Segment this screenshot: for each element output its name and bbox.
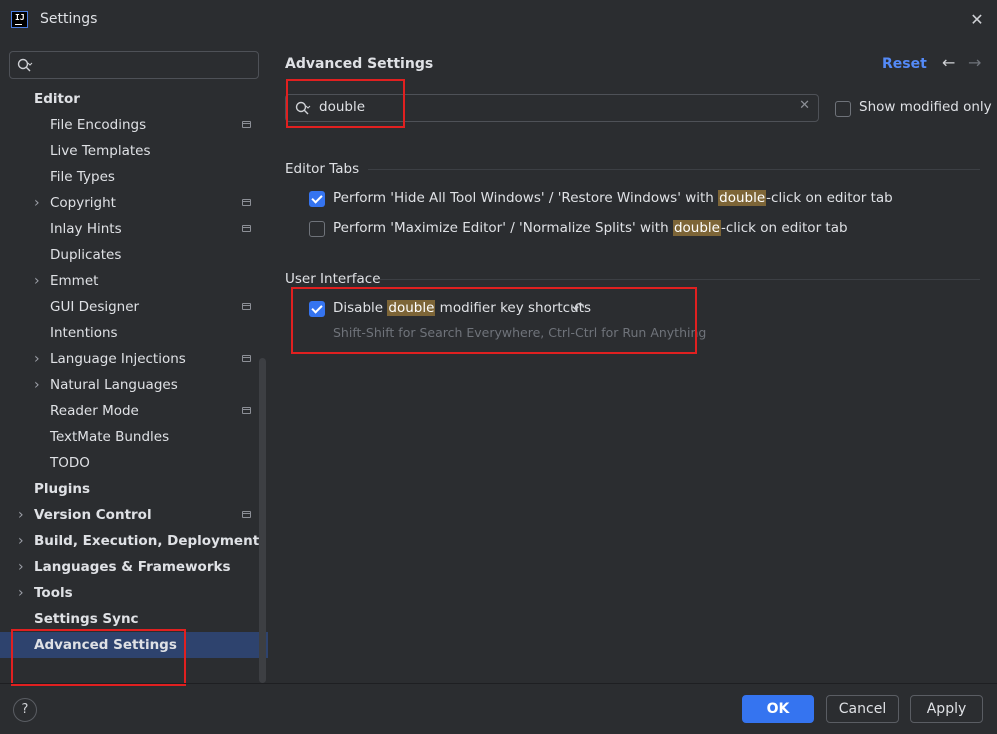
sidebar-item-reader-mode[interactable]: Reader Mode [0,398,258,424]
settings-sidebar: Editor File Encodings Live Templates File T… [0,40,268,683]
project-level-icon [242,407,251,414]
back-arrow-icon[interactable]: ← [942,53,955,72]
project-level-icon [242,303,251,310]
search-icon [17,58,33,72]
sidebar-item-label: File Types [50,169,115,185]
sidebar-item-natural-languages[interactable]: › Natural Languages [0,372,258,398]
window-title: Settings [40,11,98,27]
sidebar-item-language-injections[interactable]: › Language Injections [0,346,258,372]
sidebar-item-label: Tools [34,585,73,601]
sidebar-item-label: Inlay Hints [50,221,122,237]
chevron-right-icon[interactable]: › [18,502,24,528]
sidebar-item-label: Language Injections [50,351,186,367]
group-title-user-interface: User Interface [285,271,381,287]
sidebar-item-duplicates[interactable]: Duplicates [0,242,258,268]
sidebar-item-label: Editor [34,91,80,107]
hide-all-tool-windows-label: Perform 'Hide All Tool Windows' / 'Resto… [333,190,893,206]
sidebar-item-plugins[interactable]: Plugins [0,476,258,502]
sidebar-item-file-encodings[interactable]: File Encodings [0,112,258,138]
sidebar-item-label: Build, Execution, Deployment [34,533,260,549]
sidebar-item-label: Reader Mode [50,403,139,419]
sidebar-item-tools[interactable]: › Tools [0,580,258,606]
sidebar-item-version-control[interactable]: › Version Control [0,502,258,528]
search-match-highlight: double [718,190,767,206]
annotation-box-search [286,79,405,128]
chevron-right-icon[interactable]: › [18,554,24,580]
sidebar-scrollbar[interactable] [259,358,266,683]
help-button[interactable]: ? [13,698,37,722]
sidebar-item-label: Emmet [50,273,99,289]
sidebar-search-input[interactable] [9,51,259,79]
ok-button[interactable]: OK [742,695,814,723]
hide-all-tool-windows-checkbox[interactable] [309,191,325,207]
sidebar-item-gui-designer[interactable]: GUI Designer [0,294,258,320]
chevron-right-icon[interactable]: › [34,268,40,294]
sidebar-item-emmet[interactable]: › Emmet [0,268,258,294]
page-title: Advanced Settings [285,56,434,72]
settings-tree: Editor File Encodings Live Templates File T… [0,86,268,658]
clear-search-icon[interactable]: ✕ [799,98,810,113]
show-modified-only-checkbox[interactable] [835,101,851,117]
sidebar-item-copyright[interactable]: › Copyright [0,190,258,216]
close-icon[interactable]: ✕ [967,10,987,30]
apply-button[interactable]: Apply [910,695,983,723]
sidebar-item-file-types[interactable]: File Types [0,164,258,190]
project-level-icon [242,511,251,518]
sidebar-item-live-templates[interactable]: Live Templates [0,138,258,164]
annotation-box-advanced-settings [11,629,186,686]
sidebar-item-label: TextMate Bundles [50,429,170,445]
search-match-highlight: double [672,220,721,236]
sidebar-item-label: Live Templates [50,143,151,159]
chevron-right-icon[interactable]: › [18,528,24,554]
sidebar-item-label: Natural Languages [50,377,178,393]
sidebar-item-intentions[interactable]: Intentions [0,320,258,346]
maximize-editor-checkbox[interactable] [309,221,325,237]
project-level-icon [242,121,251,128]
project-level-icon [242,225,251,232]
chevron-right-icon[interactable]: › [34,372,40,398]
sidebar-item-textmate-bundles[interactable]: TextMate Bundles [0,424,258,450]
chevron-right-icon[interactable]: › [34,190,40,216]
show-modified-only-label: Show modified only [859,99,992,115]
sidebar-item-label: Version Control [34,507,152,523]
settings-main-panel: Advanced Settings Reset ← → double ✕ Sho… [268,40,997,683]
chevron-right-icon[interactable]: › [18,580,24,606]
sidebar-item-label: Duplicates [50,247,122,263]
separator [368,169,980,170]
group-title-editor-tabs: Editor Tabs [285,161,360,177]
sidebar-item-build-execution-deployment[interactable]: › Build, Execution, Deployment [0,528,260,554]
maximize-editor-label: Perform 'Maximize Editor' / 'Normalize S… [333,220,848,236]
sidebar-item-label: Intentions [50,325,118,341]
sidebar-item-label: Copyright [50,195,116,211]
sidebar-item-label: File Encodings [50,117,147,133]
title-bar: IJ Settings ✕ [0,0,997,40]
sidebar-item-inlay-hints[interactable]: Inlay Hints [0,216,258,242]
separator [378,279,980,280]
forward-arrow-icon[interactable]: → [968,53,981,72]
project-level-icon [242,355,251,362]
project-level-icon [242,199,251,206]
sidebar-item-label: Languages & Frameworks [34,559,231,575]
reset-link[interactable]: Reset [882,56,927,72]
sidebar-item-todo[interactable]: TODO [0,450,258,476]
sidebar-item-editor[interactable]: Editor [0,86,258,112]
sidebar-item-label: GUI Designer [50,299,140,315]
sidebar-item-languages-frameworks[interactable]: › Languages & Frameworks [0,554,258,580]
footer-divider [0,683,997,684]
sidebar-item-label: TODO [50,455,90,471]
chevron-right-icon[interactable]: › [34,346,40,372]
sidebar-item-label: Plugins [34,481,91,497]
cancel-button[interactable]: Cancel [826,695,899,723]
intellij-logo-icon: IJ [11,11,28,28]
annotation-box-option [291,287,697,354]
